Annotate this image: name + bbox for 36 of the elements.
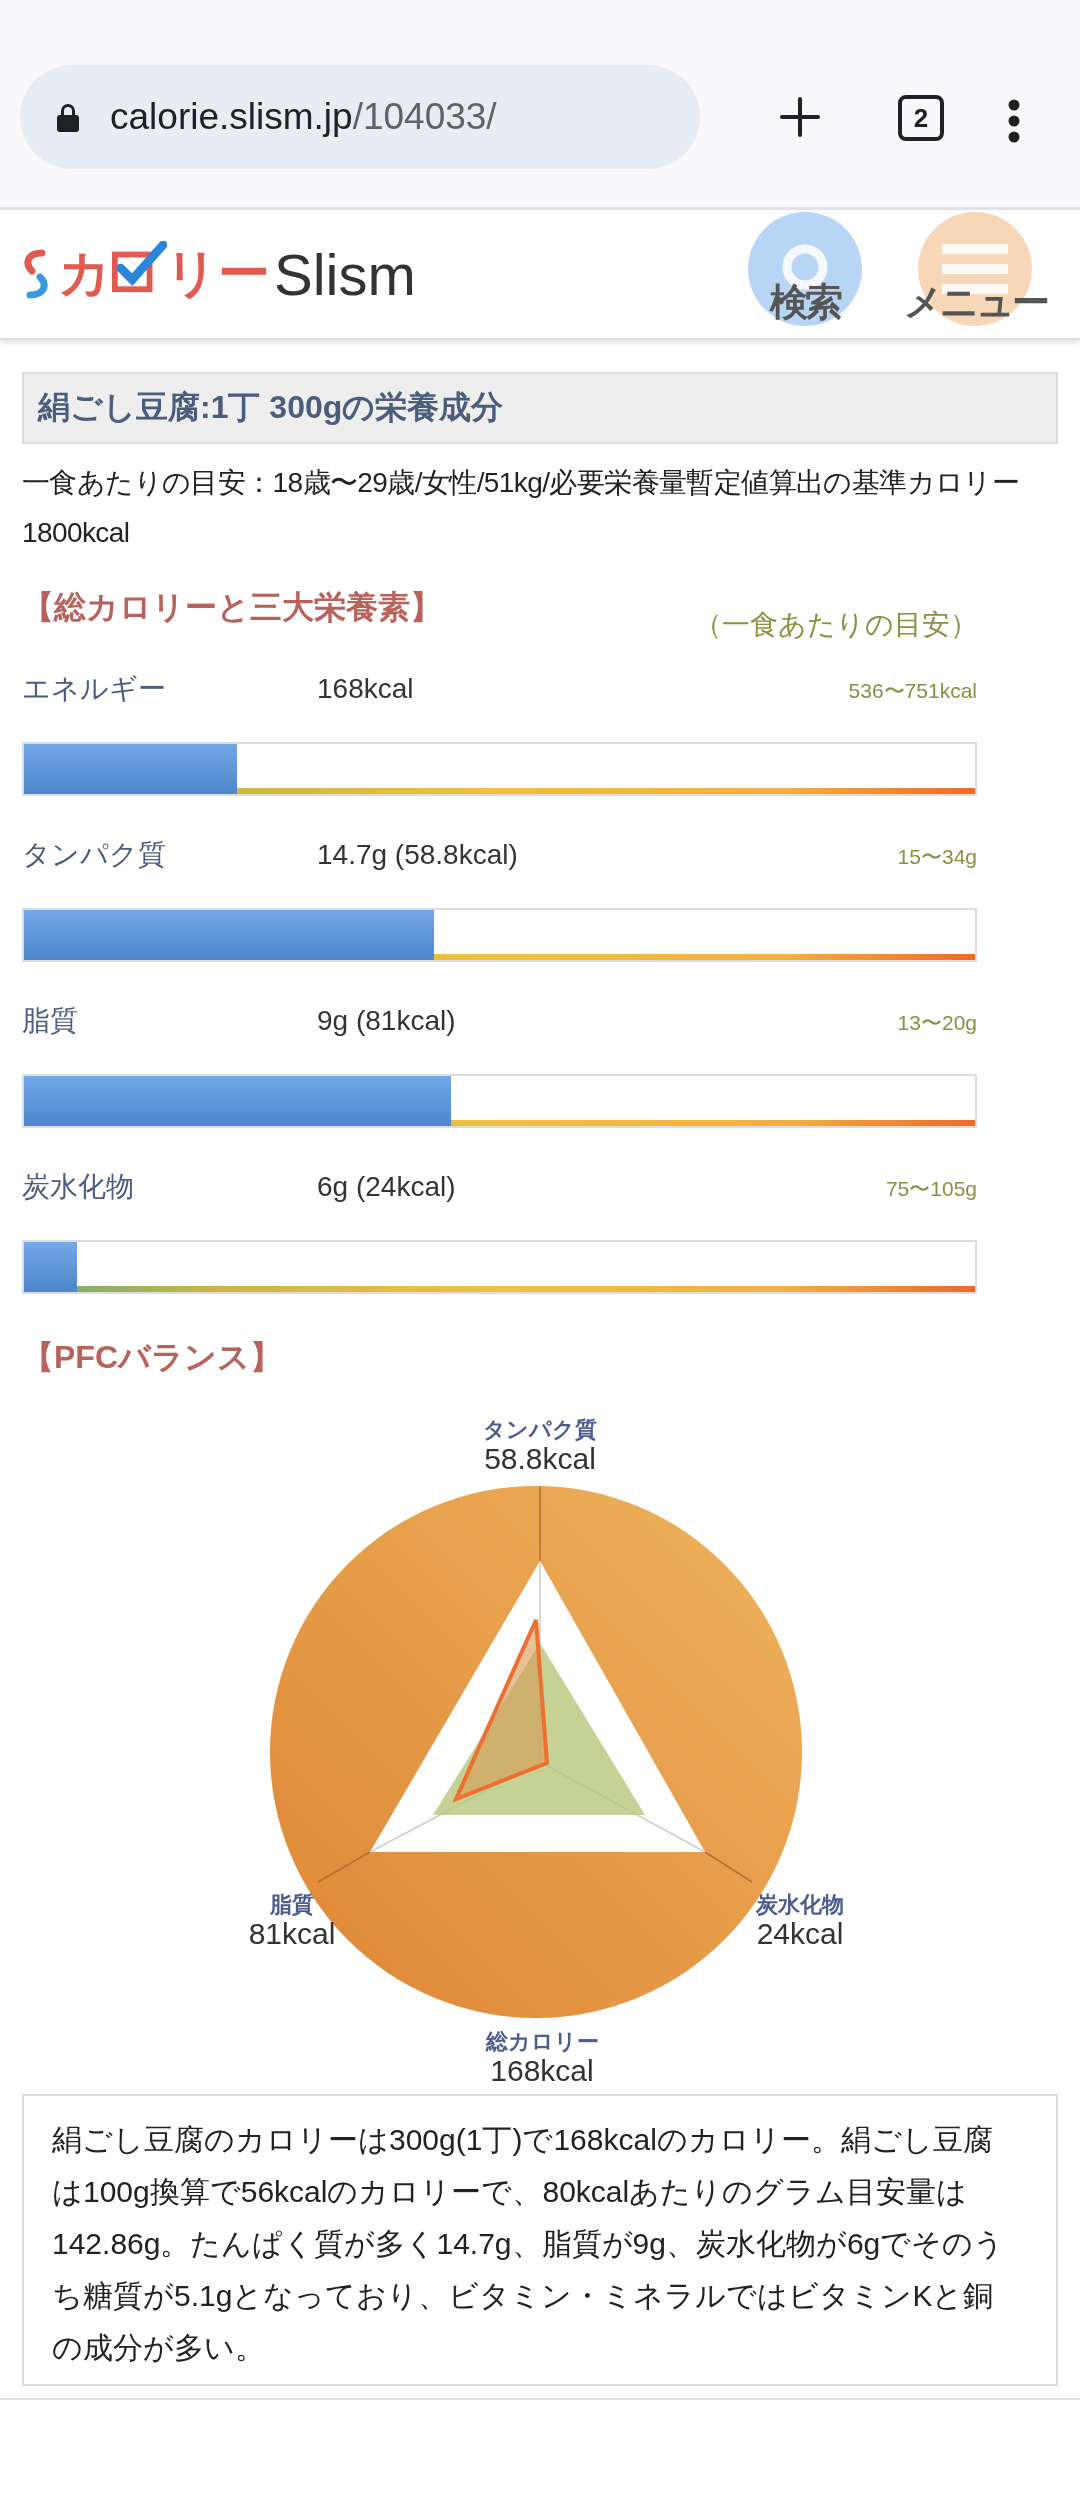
- logo-text[interactable]: リー: [165, 239, 270, 309]
- address-bar[interactable]: calorie.slism.jp/104033/: [20, 65, 700, 169]
- section-heading: 【総カロリーと三大栄養素】: [22, 588, 442, 627]
- summary-text: 絹ごし豆腐のカロリーは300g(1丁)で168kcalのカロリー。絹ごし豆腐は100g換算で56kcalのカロリーで、80kcalあたりのグラム目安量は142.86g。たんぱく質が多く14.7g、脂質が9g、炭水化物が6gでそのうち糖質が5.1gとなっており、ビタミン・ミネラルではビタミンKと銅の成分が多い。: [52, 2122, 1006, 2366]
- axis-value: 24kcal: [756, 1917, 844, 1951]
- axis-value: 168kcal: [490, 2054, 594, 2088]
- nutrient-amount: 14.7g (58.8kcal): [317, 839, 519, 871]
- nutrient-amount: 168kcal: [317, 673, 415, 705]
- section-heading: 【PFCバランス】: [22, 1338, 283, 1377]
- lock-icon: [56, 102, 80, 132]
- nutrient-range: 13〜20g: [897, 1010, 977, 1036]
- nutrient-name: タンパク質: [22, 838, 167, 872]
- nutrient-amount: 9g (81kcal): [317, 1005, 457, 1037]
- axis-value: 81kcal: [248, 1917, 336, 1951]
- nutrient-amount: 6g (24kcal): [317, 1171, 457, 1203]
- axis-label: タンパク質: [483, 1418, 597, 1443]
- more-options-icon[interactable]: [1008, 99, 1020, 143]
- reference-text: 一食あたりの目安：18歳〜29歳/女性/51kg/必要栄養量暫定値算出の基準カロリー1800kcal: [22, 466, 1021, 550]
- guide-label: （一食あたりの目安）: [694, 608, 978, 642]
- axis-label: 総カロリー: [485, 2030, 599, 2055]
- tab-count-button[interactable]: 2: [898, 95, 944, 141]
- axis-label: 脂質: [270, 1893, 314, 1918]
- logo-text[interactable]: カ: [58, 239, 111, 309]
- checkbox-icon: [109, 241, 167, 295]
- nutrient-range: 536〜751kcal: [848, 678, 977, 704]
- nutrient-name: 脂質: [22, 1004, 79, 1038]
- axis-label: 炭水化物: [756, 1893, 844, 1918]
- new-tab-icon[interactable]: [780, 97, 820, 137]
- nutrient-range: 15〜34g: [897, 844, 977, 870]
- nutrient-name: 炭水化物: [22, 1170, 135, 1204]
- url-text: calorie.slism.jp/104033/: [110, 96, 497, 138]
- logo-text[interactable]: Slism: [274, 240, 416, 308]
- nutrient-range: 75〜105g: [885, 1176, 977, 1202]
- axis-value: 58.8kcal: [484, 1442, 596, 1476]
- nutrient-name: エネルギー: [22, 672, 167, 706]
- page-title: 絹ごし豆腐:1丁 300gの栄養成分: [22, 372, 1058, 444]
